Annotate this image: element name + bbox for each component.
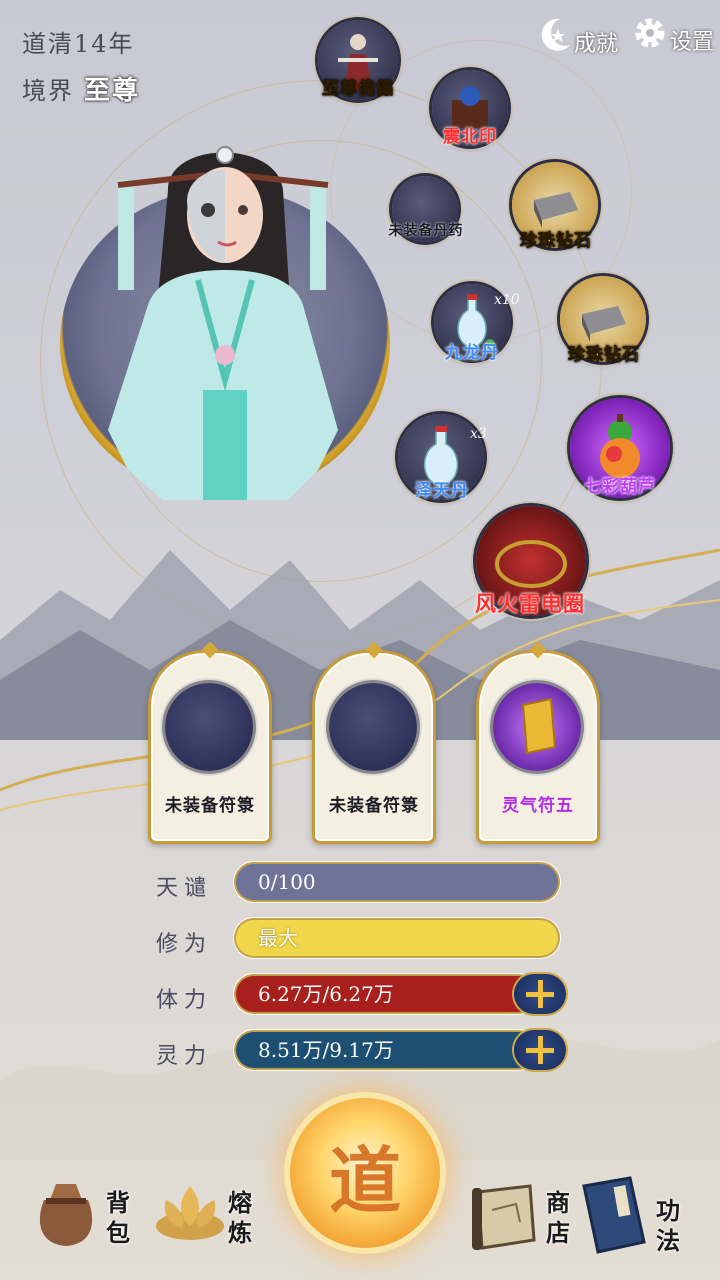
talisman-label-3: 灵气符五: [502, 796, 574, 816]
smelt-button[interactable]: [152, 1176, 228, 1246]
shop-button[interactable]: [464, 1180, 544, 1254]
realm-label: 境界: [22, 77, 74, 105]
talisman-empty-orb: [165, 683, 253, 771]
realm-indicator: 境界 至尊: [22, 70, 140, 107]
add-stamina-button[interactable]: [514, 974, 566, 1014]
smelt-label[interactable]: 熔炼: [226, 1188, 254, 1248]
scroll-map-icon: [472, 1184, 536, 1250]
achievements-label: 成就: [574, 32, 619, 57]
stat-bar-stamina: 6.27万/6.27万: [236, 976, 536, 1012]
character-portrait[interactable]: [88, 130, 358, 500]
dragon-pill-count: x10: [494, 292, 520, 308]
stat-bar-cultivation: 最大: [236, 920, 558, 956]
talisman-label-2: 未装备符箓: [329, 796, 419, 816]
year-indicator: 道清14年: [22, 30, 135, 58]
dao-symbol: 道: [328, 1138, 401, 1223]
talisman-label-1: 未装备符箓: [165, 796, 255, 816]
gourd-label: 七彩葫芦: [584, 477, 656, 497]
puppet-label: 至尊傀儡: [322, 79, 394, 100]
talisman-orb: [493, 683, 581, 771]
scroll-talisman-icon: [521, 697, 557, 755]
lotus-icon: [156, 1186, 224, 1240]
ring-label: 风火雷电圈: [475, 591, 585, 616]
stat-name-spirit: 灵力: [156, 1044, 213, 1069]
shop-label[interactable]: 商店: [544, 1188, 572, 1248]
pearl-diamond-label-1: 珍珠钻石: [520, 231, 592, 252]
settings-button[interactable]: 设置: [632, 10, 714, 56]
moon-star-icon: [541, 18, 570, 51]
realm-value: 至尊: [84, 76, 141, 106]
stat-value-cultivation: 最大: [258, 926, 298, 950]
stat-bar-spirit: 8.51万/9.17万: [236, 1032, 536, 1068]
heaven-pill-label: 泽天丹: [415, 481, 469, 501]
seal-label: 震北印: [443, 127, 497, 147]
skills-label[interactable]: 功法: [654, 1196, 682, 1256]
dao-center-button[interactable]: 道: [290, 1098, 440, 1248]
stat-name-tianqian: 天谴: [156, 876, 213, 901]
skills-button[interactable]: [576, 1172, 652, 1256]
stat-name-stamina: 体力: [156, 988, 213, 1013]
stat-value-stamina: 6.27万/6.27万: [258, 982, 394, 1006]
add-spirit-button[interactable]: [514, 1030, 566, 1070]
talisman-slot-1[interactable]: 未装备符箓: [148, 641, 272, 844]
settings-label: 设置: [670, 30, 715, 55]
talisman-slot-3[interactable]: 灵气符五: [476, 641, 600, 844]
pill-empty-label: 未装备丹药: [388, 223, 464, 239]
heaven-pill-count: x3: [470, 426, 487, 442]
dragon-pill-label: 九龙丹: [445, 343, 499, 363]
gear-icon: [635, 18, 665, 48]
pearl-diamond-label-2: 珍珠钻石: [568, 345, 640, 366]
book-icon: [582, 1176, 646, 1254]
bag-icon: [39, 1184, 93, 1246]
bag-button[interactable]: [30, 1170, 102, 1250]
stat-value-tianqian: 0/100: [258, 870, 316, 894]
stat-value-spirit: 8.51万/9.17万: [258, 1038, 394, 1062]
stat-bar-tianqian: 0/100: [236, 864, 558, 900]
talisman-empty-orb: [329, 683, 417, 771]
stat-name-cultivation: 修为: [156, 932, 213, 957]
bag-label[interactable]: 背包: [104, 1188, 132, 1248]
achievements-button[interactable]: 成就: [540, 12, 618, 58]
talisman-slot-2[interactable]: 未装备符箓: [312, 641, 436, 844]
